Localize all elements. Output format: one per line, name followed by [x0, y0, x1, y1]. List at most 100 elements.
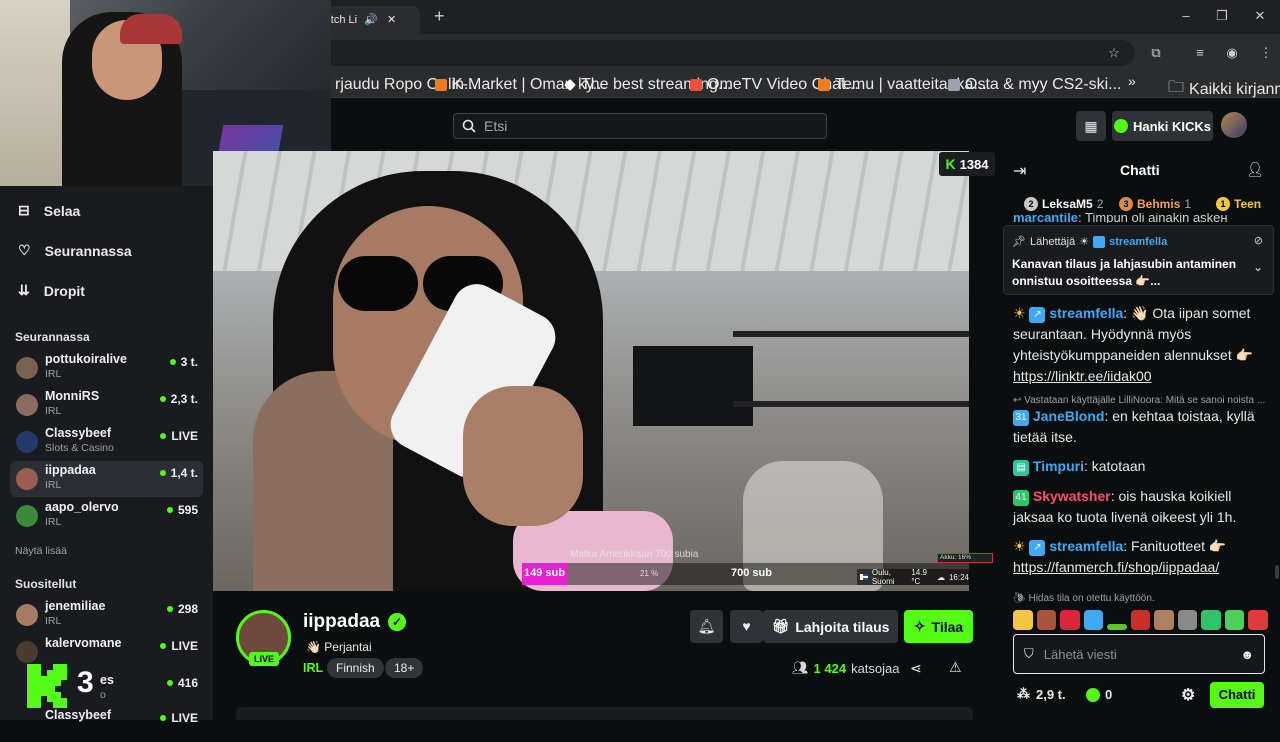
bookmarks-overflow-button[interactable]: »	[1128, 73, 1136, 89]
speaker-icon[interactable]: 🔊	[364, 14, 378, 26]
media-control-icon[interactable]: ≡	[1190, 43, 1210, 63]
chat-username[interactable]: JaneBlond	[1033, 408, 1105, 424]
collapse-chat-icon[interactable]: ⇥	[1013, 161, 1026, 181]
pinned-text: Kanavan tilaus ja lahjasubin antaminen o…	[1012, 257, 1237, 288]
sidebar-channel-jenemiliae[interactable]: jenemiliae IRL 298	[10, 597, 203, 633]
kicks-balance[interactable]: 0	[1105, 687, 1112, 702]
snail-icon: 🐌︎	[1013, 593, 1026, 604]
search-input[interactable]: Etsi	[453, 113, 827, 139]
emote-icon[interactable]	[1107, 624, 1127, 630]
live-dot-icon	[166, 606, 173, 612]
gift-icon: 🎁︎	[771, 618, 790, 634]
minimize-button[interactable]: –	[1176, 8, 1196, 26]
live-dot-icon	[160, 433, 167, 439]
overlay-number: 3	[77, 666, 94, 699]
chat-scrollbar[interactable]	[1275, 565, 1279, 579]
gift-sub-button[interactable]: 🎁︎ Lahjoita tilaus	[763, 610, 898, 643]
chat-input[interactable]: ⛉ Lähetä viesti ☻	[1013, 634, 1265, 674]
emote-icon[interactable]	[1201, 610, 1221, 630]
stream-category[interactable]: IRL	[303, 661, 323, 675]
gifter-item: 3 Behmis 1	[1119, 197, 1191, 211]
chat-username[interactable]: streamfella	[1049, 305, 1123, 321]
gifter-item: 2 LeksaM5 2	[1024, 197, 1103, 211]
emote-icon[interactable]	[1248, 610, 1269, 630]
sidebar-channel-classybeef[interactable]: Classybeef Slots & Casino LIVE	[10, 424, 203, 460]
channel-points[interactable]: 2,9 t.	[1036, 687, 1066, 702]
get-kicks-button[interactable]: Hanki KICKs	[1112, 111, 1213, 141]
send-chat-button[interactable]: Chatti	[1210, 682, 1264, 708]
sparkle-icon: ✧	[913, 618, 926, 634]
sub-goal-current: 149 sub	[524, 567, 565, 579]
chat-link[interactable]: https://fanmerch.fi/shop/iippadaa/	[1013, 559, 1219, 575]
chat-username[interactable]: streamfella	[1049, 538, 1123, 554]
pinned-message[interactable]: 📌︎ Lähettäjä ☀ streamfella ⊘ Kanavan til…	[1003, 225, 1274, 295]
emote-icon[interactable]	[1060, 610, 1080, 630]
sun-badge-icon: ☀	[1079, 236, 1090, 248]
emote-icon[interactable]	[1154, 610, 1174, 630]
shield-icon: ⛉	[1024, 646, 1034, 661]
chat-message: 31 JaneBlond: en kehtaa toistaa, kyllä t…	[1013, 408, 1255, 445]
address-bar[interactable]	[300, 40, 1135, 66]
chat-input-placeholder: Lähetä viesti	[1043, 646, 1117, 662]
emote-icon[interactable]	[1224, 610, 1245, 630]
browse-icon: ⊟	[18, 202, 30, 218]
notification-bell-button[interactable]: 🔔︎	[690, 610, 723, 643]
unpin-icon[interactable]: ⊘	[1254, 234, 1263, 247]
nav-following[interactable]: ♡ Seurannassa	[18, 242, 132, 259]
nav-browse[interactable]: ⊟ Selaa	[18, 202, 80, 219]
emoji-icon[interactable]: ☻	[1240, 647, 1254, 662]
gear-icon[interactable]: ⚙	[1181, 685, 1195, 705]
emote-icon[interactable]	[1013, 610, 1033, 630]
sidebar-channel-aapo-olervo[interactable]: aapo_olervo IRL 595	[10, 498, 203, 534]
live-badge: LIVE	[249, 652, 279, 666]
emote-icon[interactable]	[1083, 610, 1104, 630]
share-icon[interactable]: ⋖	[910, 660, 922, 677]
sidebar-channel-iippadaa[interactable]: iippadaa IRL 1,4 t.	[10, 461, 203, 497]
kick-logo-overlay: 3	[15, 660, 100, 710]
chevron-down-icon[interactable]: ⌄	[1253, 260, 1263, 274]
avatar	[16, 604, 38, 626]
tab-close-icon[interactable]: ✕	[387, 14, 396, 26]
live-dot-icon	[166, 507, 173, 513]
avatar	[16, 431, 38, 453]
chat-users-icon[interactable]: 👤︎	[1246, 161, 1264, 178]
sub-goal-target: 700 sub	[731, 567, 772, 579]
show-more-link[interactable]: Näytä lisää	[15, 545, 67, 557]
sidebar-channel-pottukoiralive[interactable]: pottukoiralive IRL 3 t.	[10, 350, 203, 386]
bookmark-star-icon[interactable]: ☆	[1104, 43, 1124, 63]
bookmark-item[interactable]: Osta & myy CS2-ski...	[948, 76, 1121, 94]
points-icon[interactable]: ⁂	[1017, 686, 1030, 702]
chat-username[interactable]: Timpuri	[1033, 458, 1084, 474]
emote-icon[interactable]	[1036, 610, 1057, 630]
sidebar-channel-monnirs[interactable]: MonniRS IRL 2,3 t.	[10, 387, 203, 423]
report-warning-icon[interactable]: ⚠	[949, 659, 962, 676]
chat-link[interactable]: https://linktr.ee/iidak00	[1013, 368, 1152, 384]
subscribe-button[interactable]: ✧ Tilaa	[904, 610, 973, 643]
library-icon[interactable]: ▦	[1076, 111, 1106, 141]
profile-icon[interactable]: ◉	[1222, 43, 1242, 63]
channel-name[interactable]: iippadaa	[303, 611, 380, 633]
sub-badge-icon: 41	[1013, 490, 1029, 506]
emote-icon[interactable]	[1177, 610, 1198, 630]
live-dot-icon	[160, 643, 167, 649]
user-avatar[interactable]	[1221, 112, 1247, 138]
tag-finnish[interactable]: Finnish	[327, 658, 384, 678]
video-player[interactable]	[213, 151, 969, 591]
chat-title: Chatti	[1120, 162, 1160, 178]
close-window-button[interactable]: ✕	[1250, 8, 1270, 26]
emote-icon[interactable]	[1130, 610, 1151, 630]
sun-badge-icon: ☀	[1013, 305, 1026, 321]
browser-menu-icon[interactable]: ⋮	[1256, 43, 1276, 63]
verified-icon: ✓	[388, 613, 407, 631]
maximize-button[interactable]: ❐	[1212, 8, 1232, 26]
extensions-icon[interactable]: ⧉	[1146, 43, 1166, 63]
finland-flag-icon	[860, 574, 868, 580]
follow-heart-button[interactable]: ♥	[730, 610, 763, 643]
new-tab-button[interactable]: +	[434, 6, 445, 27]
sidebar-channel-classybeef-2[interactable]: Classybeef LIVE	[10, 706, 203, 742]
slow-mode-notice: 🐌︎ Hidas tila on otettu käyttöön.	[1013, 593, 1155, 604]
nav-drops[interactable]: ⇊ Dropit	[18, 282, 85, 299]
chat-username[interactable]: Skywatsher	[1033, 488, 1111, 504]
tag-18-plus[interactable]: 18+	[385, 658, 424, 678]
diamond-icon	[564, 79, 576, 91]
